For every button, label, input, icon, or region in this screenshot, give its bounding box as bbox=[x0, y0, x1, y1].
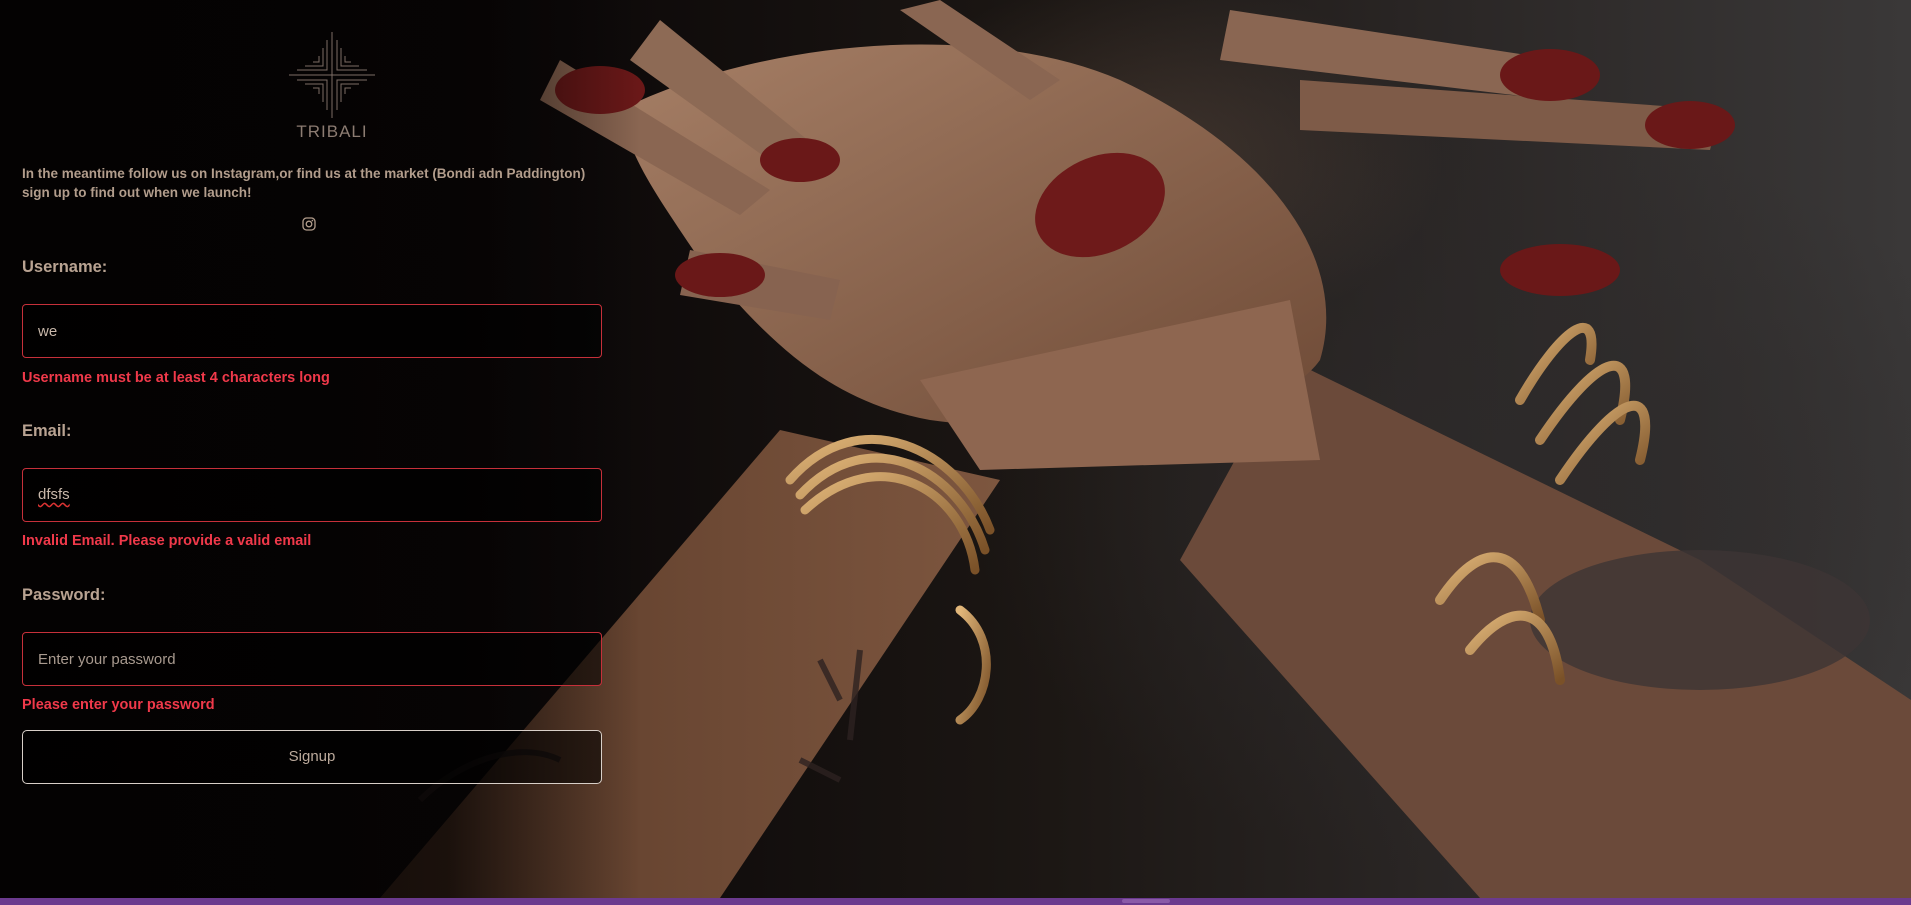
signup-button[interactable]: Signup bbox=[22, 730, 602, 784]
password-error: Please enter your password bbox=[22, 697, 215, 713]
username-input[interactable] bbox=[22, 304, 602, 358]
password-input[interactable] bbox=[22, 632, 602, 686]
bottom-bar-handle[interactable] bbox=[1122, 899, 1170, 903]
email-input[interactable]: dfsfs bbox=[22, 468, 602, 522]
tribali-logo: TRIBALI bbox=[266, 30, 398, 148]
logo-mark-icon bbox=[289, 32, 375, 118]
username-error: Username must be at least 4 characters l… bbox=[22, 370, 330, 386]
email-error: Invalid Email. Please provide a valid em… bbox=[22, 533, 312, 549]
brand-name: TRIBALI bbox=[296, 122, 368, 141]
instagram-icon[interactable] bbox=[302, 217, 316, 231]
intro-text: In the meantime follow us on Instagram,o… bbox=[22, 166, 586, 200]
username-label: Username: bbox=[22, 258, 108, 276]
email-label: Email: bbox=[22, 422, 72, 440]
bottom-bar bbox=[0, 898, 1911, 905]
email-value: dfsfs bbox=[38, 486, 70, 503]
password-label: Password: bbox=[22, 586, 106, 604]
